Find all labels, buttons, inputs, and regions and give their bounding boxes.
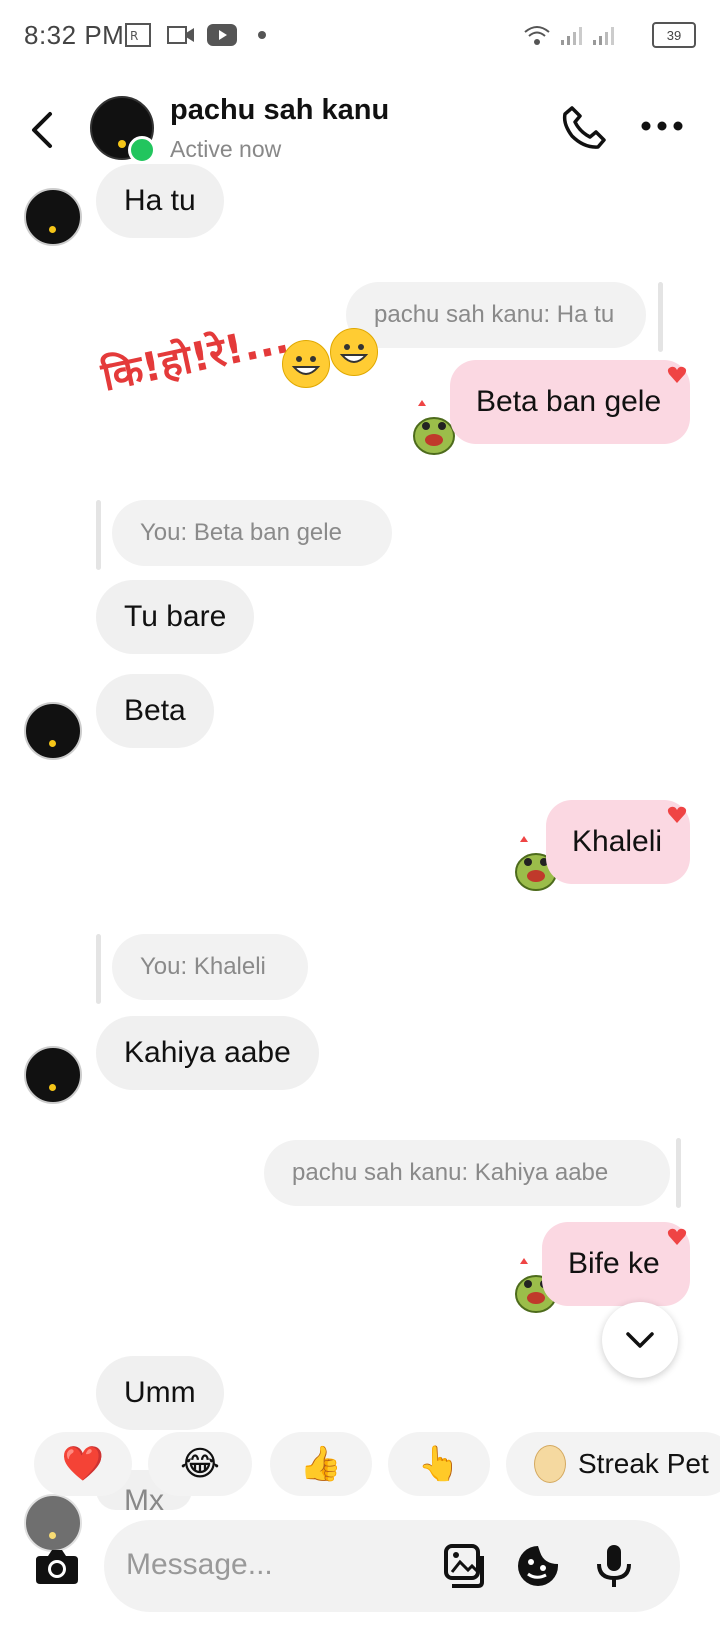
svg-text:R: R: [130, 29, 138, 43]
incoming-message[interactable]: Beta: [96, 674, 214, 748]
online-indicator: [128, 136, 156, 164]
egg-icon: [534, 1445, 566, 1483]
status-bar: 8:32 PM R 39: [0, 0, 720, 72]
quick-reaction-laugh[interactable]: 😂: [148, 1432, 252, 1496]
grin-emoji-icon: [282, 340, 330, 388]
battery-icon: 39: [652, 22, 696, 48]
message-input[interactable]: Message...: [126, 1548, 273, 1582]
more-icon[interactable]: [640, 116, 684, 136]
back-arrow-icon[interactable]: [28, 110, 58, 150]
mic-icon[interactable]: [590, 1542, 638, 1590]
message-composer[interactable]: Message...: [104, 1520, 680, 1612]
quick-reaction-heart[interactable]: ❤️: [34, 1432, 132, 1496]
incoming-message[interactable]: Kahiya aabe: [96, 1016, 319, 1090]
scroll-to-bottom-button[interactable]: [602, 1302, 678, 1378]
heart-icon: [666, 364, 688, 386]
incoming-message[interactable]: Tu bare: [96, 580, 255, 654]
reply-quote[interactable]: You: Beta ban gele: [112, 500, 392, 566]
reply-indicator: [96, 934, 101, 1004]
quick-reaction-thumbs-up[interactable]: 👍: [270, 1432, 372, 1496]
incoming-message[interactable]: Umm: [96, 1356, 224, 1430]
chevron-down-icon: [626, 1332, 654, 1348]
streak-pet-label: Streak Pet: [578, 1448, 709, 1479]
contact-name[interactable]: pachu sah kanu: [170, 94, 389, 127]
reply-indicator: [658, 282, 663, 352]
reply-quote[interactable]: pachu sah kanu: Kahiya aabe: [264, 1140, 670, 1206]
heart-icon: [666, 1226, 688, 1248]
sticker-icon[interactable]: [514, 1542, 562, 1590]
overlay-text: कि!हो!रे!...: [97, 316, 293, 401]
grin-emoji-icon: [330, 328, 378, 376]
sender-avatar[interactable]: [24, 188, 82, 246]
notification-dot-icon: [256, 22, 268, 48]
gallery-icon[interactable]: [440, 1542, 488, 1590]
quick-reaction-point-up[interactable]: 👆: [388, 1432, 490, 1496]
status-time: 8:32 PM: [24, 20, 125, 50]
reply-quote[interactable]: You: Khaleli: [112, 934, 308, 1000]
reply-indicator: [96, 500, 101, 570]
outgoing-message[interactable]: Beta ban gele: [450, 360, 690, 444]
reply-indicator: [676, 1138, 681, 1208]
contact-status: Active now: [170, 136, 282, 162]
wifi-icon: [522, 22, 552, 48]
sender-avatar[interactable]: [24, 1046, 82, 1104]
signal-1-icon: [558, 22, 586, 48]
sender-avatar[interactable]: [24, 702, 82, 760]
youtube-notification-icon: [206, 22, 238, 48]
camera-button[interactable]: [30, 1540, 84, 1594]
streak-pet-button[interactable]: Streak Pet: [506, 1432, 720, 1496]
phone-icon[interactable]: [560, 104, 608, 152]
gallery-notification-icon: R: [124, 22, 152, 48]
video-notification-icon: [166, 22, 196, 48]
signal-2-icon: [590, 22, 618, 48]
heart-icon: [666, 804, 688, 826]
camera-icon: [36, 1550, 78, 1584]
reply-quote[interactable]: pachu sah kanu: Ha tu: [346, 282, 646, 348]
incoming-message[interactable]: Ha tu: [96, 164, 224, 238]
chat-header: pachu sah kanu Active now: [0, 80, 720, 180]
